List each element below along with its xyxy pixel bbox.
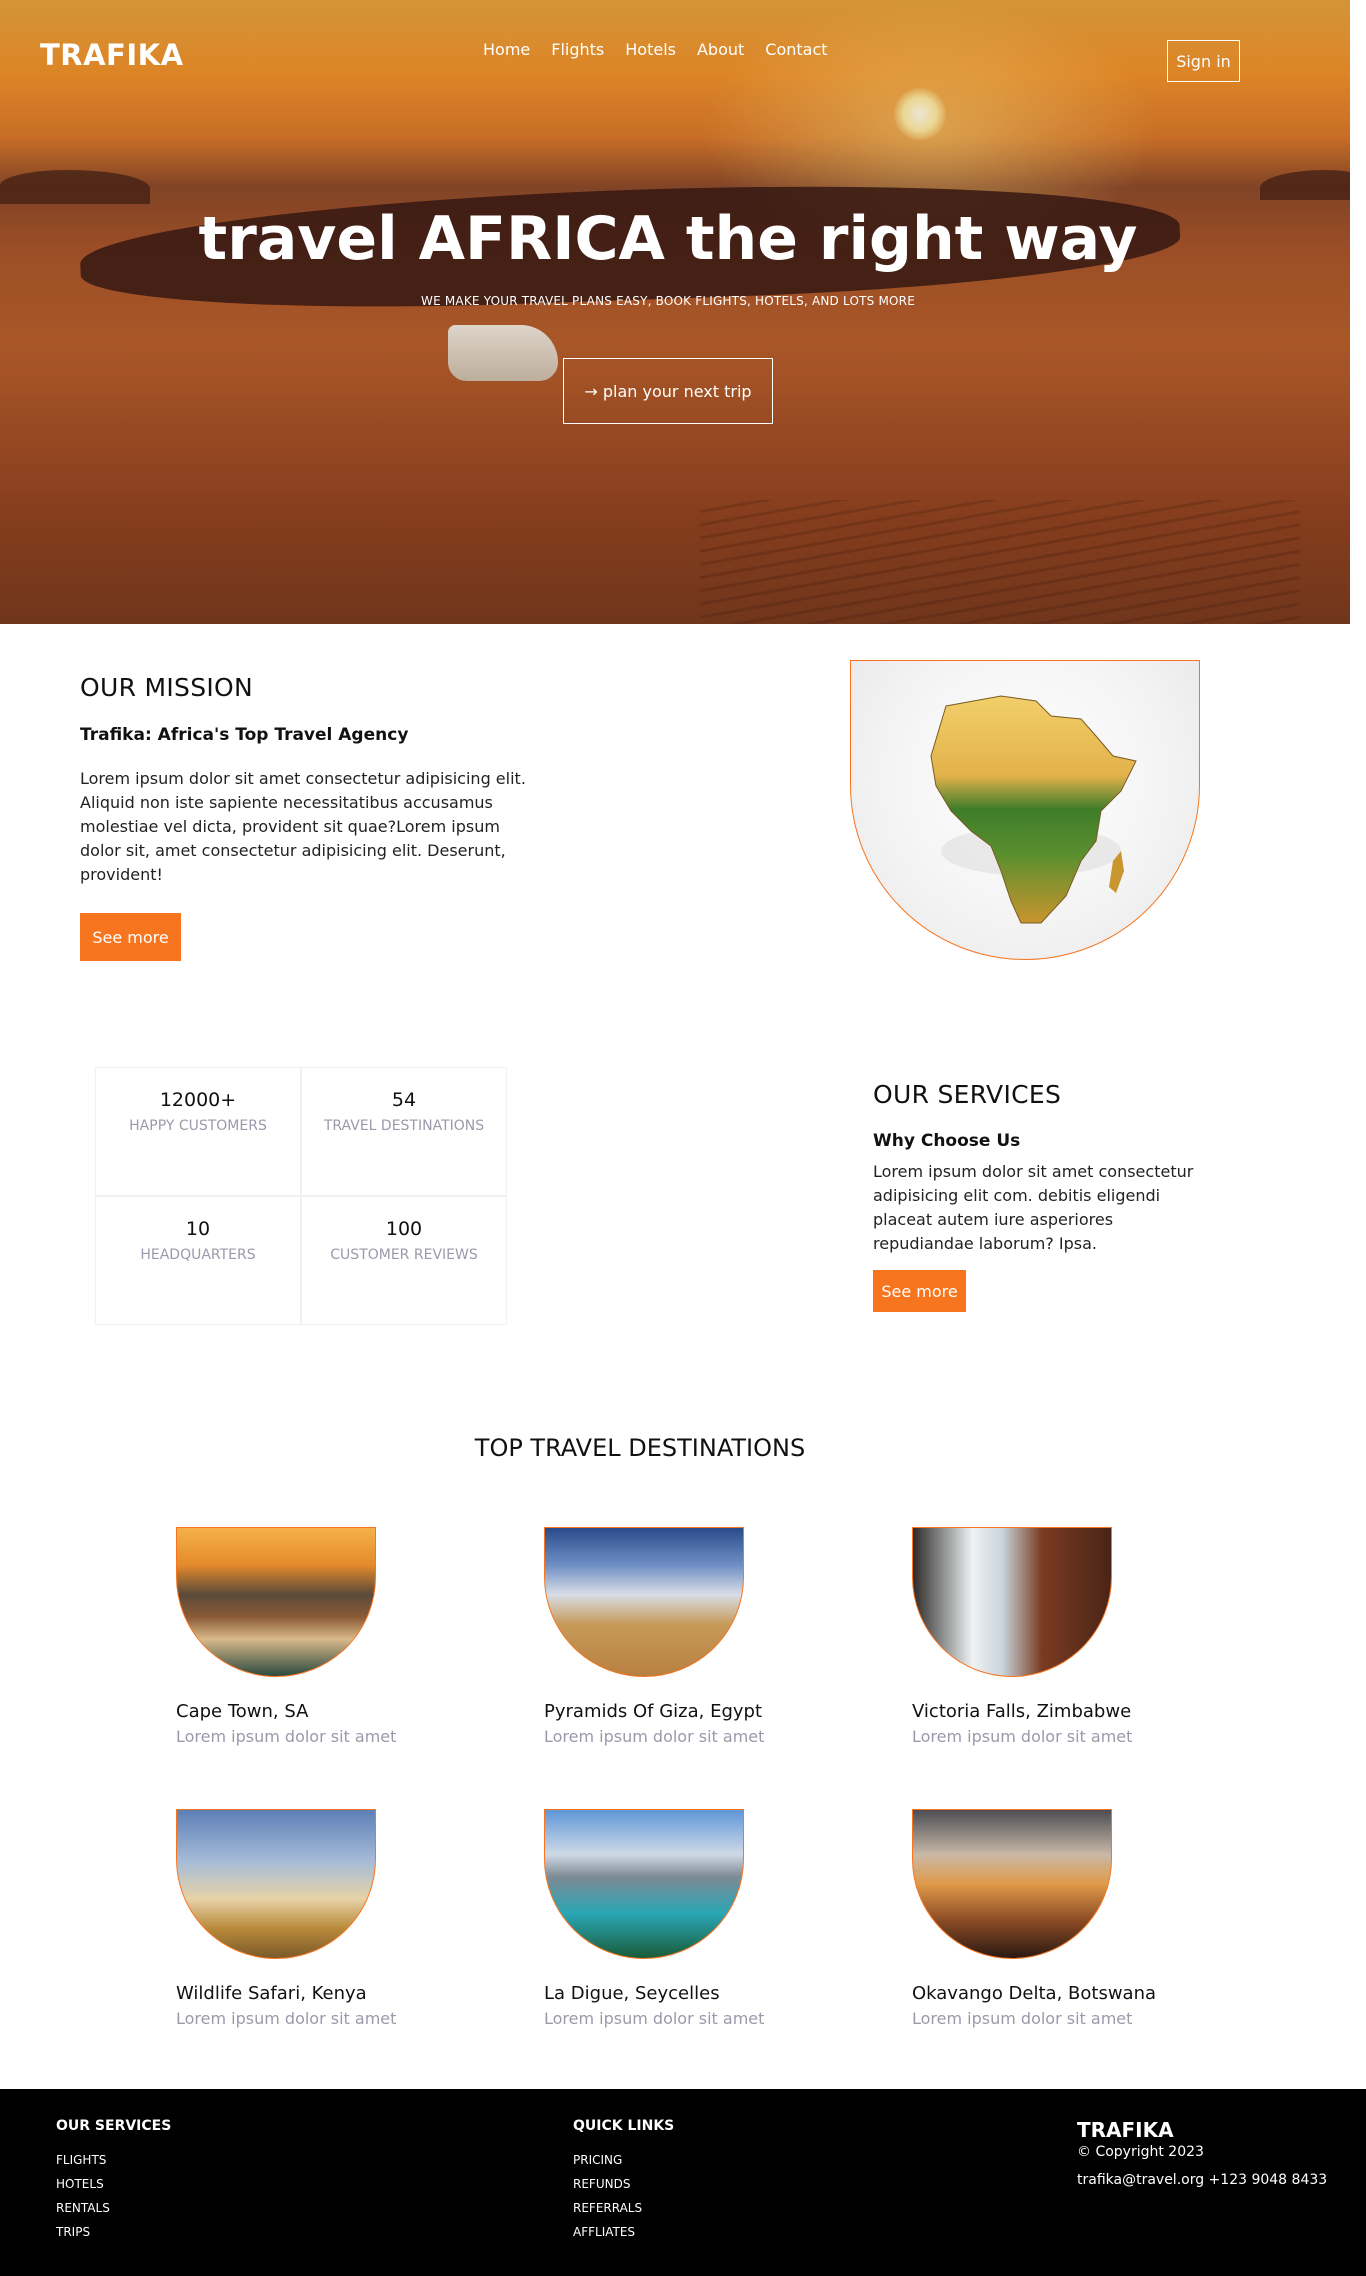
hero-subtitle: WE MAKE YOUR TRAVEL PLANS EASY, BOOK FLI… — [421, 294, 915, 308]
africa-map-icon — [930, 695, 1137, 924]
destination-desc: Lorem ipsum dolor sit amet — [912, 1727, 1133, 1746]
stat-value: 54 — [391, 1089, 417, 1111]
destination-name: Okavango Delta, Botswana — [912, 1983, 1157, 2004]
stat-label: CUSTOMER REVIEWS — [330, 1247, 478, 1263]
hero-title: travel AFRICA the right way — [198, 204, 1138, 274]
destination-image — [176, 1809, 376, 1959]
site-logo[interactable]: TRAFIKA — [40, 38, 184, 72]
footer-link-flights[interactable]: FLIGHTS — [56, 2153, 110, 2167]
mission-body: Lorem ipsum dolor sit amet consectetur a… — [80, 769, 526, 884]
destination-card-la-digue[interactable]: La Digue, Seycelles Lorem ipsum dolor si… — [544, 1809, 794, 2028]
mission-see-more-button[interactable]: See more — [80, 913, 181, 961]
destination-desc: Lorem ipsum dolor sit amet — [912, 2009, 1133, 2028]
stat-label: HAPPY CUSTOMERS — [129, 1118, 267, 1134]
stat-label: TRAVEL DESTINATIONS — [323, 1118, 485, 1134]
destination-desc: Lorem ipsum dolor sit amet — [176, 2009, 397, 2028]
destination-image — [912, 1527, 1112, 1677]
main-nav: Home Flights Hotels About Contact — [483, 40, 828, 59]
footer-link-trips[interactable]: TRIPS — [56, 2225, 110, 2239]
stat-headquarters: 10 HEADQUARTERS — [95, 1196, 301, 1325]
destination-card-okavango[interactable]: Okavango Delta, Botswana Lorem ipsum dol… — [912, 1809, 1162, 2028]
stat-label: HEADQUARTERS — [140, 1247, 256, 1263]
stat-value: 10 — [185, 1218, 211, 1240]
stat-travel-destinations: 54 TRAVEL DESTINATIONS — [301, 1067, 507, 1196]
hero-overlay — [0, 0, 1350, 624]
footer-link-pricing[interactable]: PRICING — [573, 2153, 642, 2167]
destination-card-pyramids[interactable]: Pyramids Of Giza, Egypt Lorem ipsum dolo… — [544, 1527, 794, 1746]
mission-subtitle: Trafika: Africa's Top Travel Agency — [80, 725, 409, 745]
sign-in-button[interactable]: Sign in — [1167, 40, 1240, 82]
stat-value: 100 — [385, 1218, 423, 1240]
destinations-title: TOP TRAVEL DESTINATIONS — [474, 1434, 806, 1462]
africa-map-image — [850, 660, 1200, 960]
footer-link-affiliates[interactable]: AFFLIATES — [573, 2225, 642, 2239]
services-see-more-button[interactable]: See more — [873, 1270, 966, 1312]
mission-title: OUR MISSION — [80, 673, 254, 702]
stat-value: 12000+ — [159, 1089, 237, 1111]
plan-trip-button[interactable]: → plan your next trip — [563, 358, 773, 424]
destination-card-safari[interactable]: Wildlife Safari, Kenya Lorem ipsum dolor… — [176, 1809, 426, 2028]
footer-services-heading: OUR SERVICES — [56, 2118, 172, 2134]
destination-name: Victoria Falls, Zimbabwe — [912, 1701, 1132, 1722]
footer-link-rentals[interactable]: RENTALS — [56, 2201, 110, 2215]
destination-image — [176, 1527, 376, 1677]
nav-about[interactable]: About — [697, 40, 744, 59]
destination-name: La Digue, Seycelles — [544, 1983, 720, 2004]
destination-name: Wildlife Safari, Kenya — [176, 1983, 367, 2004]
stats-grid: 12000+ HAPPY CUSTOMERS 54 TRAVEL DESTINA… — [95, 1067, 507, 1325]
footer-copyright: © Copyright 2023 — [1077, 2144, 1204, 2160]
destination-image — [544, 1527, 744, 1677]
footer-contact: trafika@travel.org +123 9048 8433 — [1077, 2172, 1328, 2188]
footer-link-hotels[interactable]: HOTELS — [56, 2177, 110, 2191]
destination-image — [912, 1809, 1112, 1959]
footer-quick-links: PRICING REFUNDS REFERRALS AFFLIATES — [573, 2153, 642, 2249]
site-footer: OUR SERVICES FLIGHTS HOTELS RENTALS TRIP… — [0, 2089, 1366, 2276]
nav-home[interactable]: Home — [483, 40, 530, 59]
nav-contact[interactable]: Contact — [765, 40, 827, 59]
footer-logo: TRAFIKA — [1077, 2118, 1174, 2142]
stat-customer-reviews: 100 CUSTOMER REVIEWS — [301, 1196, 507, 1325]
destination-desc: Lorem ipsum dolor sit amet — [176, 1727, 397, 1746]
services-title: OUR SERVICES — [873, 1080, 1062, 1109]
services-subtitle: Why Choose Us — [873, 1131, 1021, 1151]
nav-flights[interactable]: Flights — [551, 40, 604, 59]
destination-desc: Lorem ipsum dolor sit amet — [544, 2009, 765, 2028]
stat-happy-customers: 12000+ HAPPY CUSTOMERS — [95, 1067, 301, 1196]
destination-card-cape-town[interactable]: Cape Town, SA Lorem ipsum dolor sit amet — [176, 1527, 426, 1746]
destination-image — [544, 1809, 744, 1959]
nav-hotels[interactable]: Hotels — [625, 40, 676, 59]
footer-links-heading: QUICK LINKS — [573, 2118, 675, 2134]
destination-desc: Lorem ipsum dolor sit amet — [544, 1727, 765, 1746]
services-body: Lorem ipsum dolor sit amet consectetur a… — [873, 1162, 1194, 1253]
footer-services-list: FLIGHTS HOTELS RENTALS TRIPS — [56, 2153, 110, 2249]
destination-card-victoria-falls[interactable]: Victoria Falls, Zimbabwe Lorem ipsum dol… — [912, 1527, 1162, 1746]
destination-name: Cape Town, SA — [176, 1701, 309, 1722]
footer-link-refunds[interactable]: REFUNDS — [573, 2177, 642, 2191]
footer-link-referrals[interactable]: REFERRALS — [573, 2201, 642, 2215]
hero-banner: TRAFIKA Home Flights Hotels About Contac… — [0, 0, 1350, 624]
destination-name: Pyramids Of Giza, Egypt — [544, 1701, 763, 1722]
